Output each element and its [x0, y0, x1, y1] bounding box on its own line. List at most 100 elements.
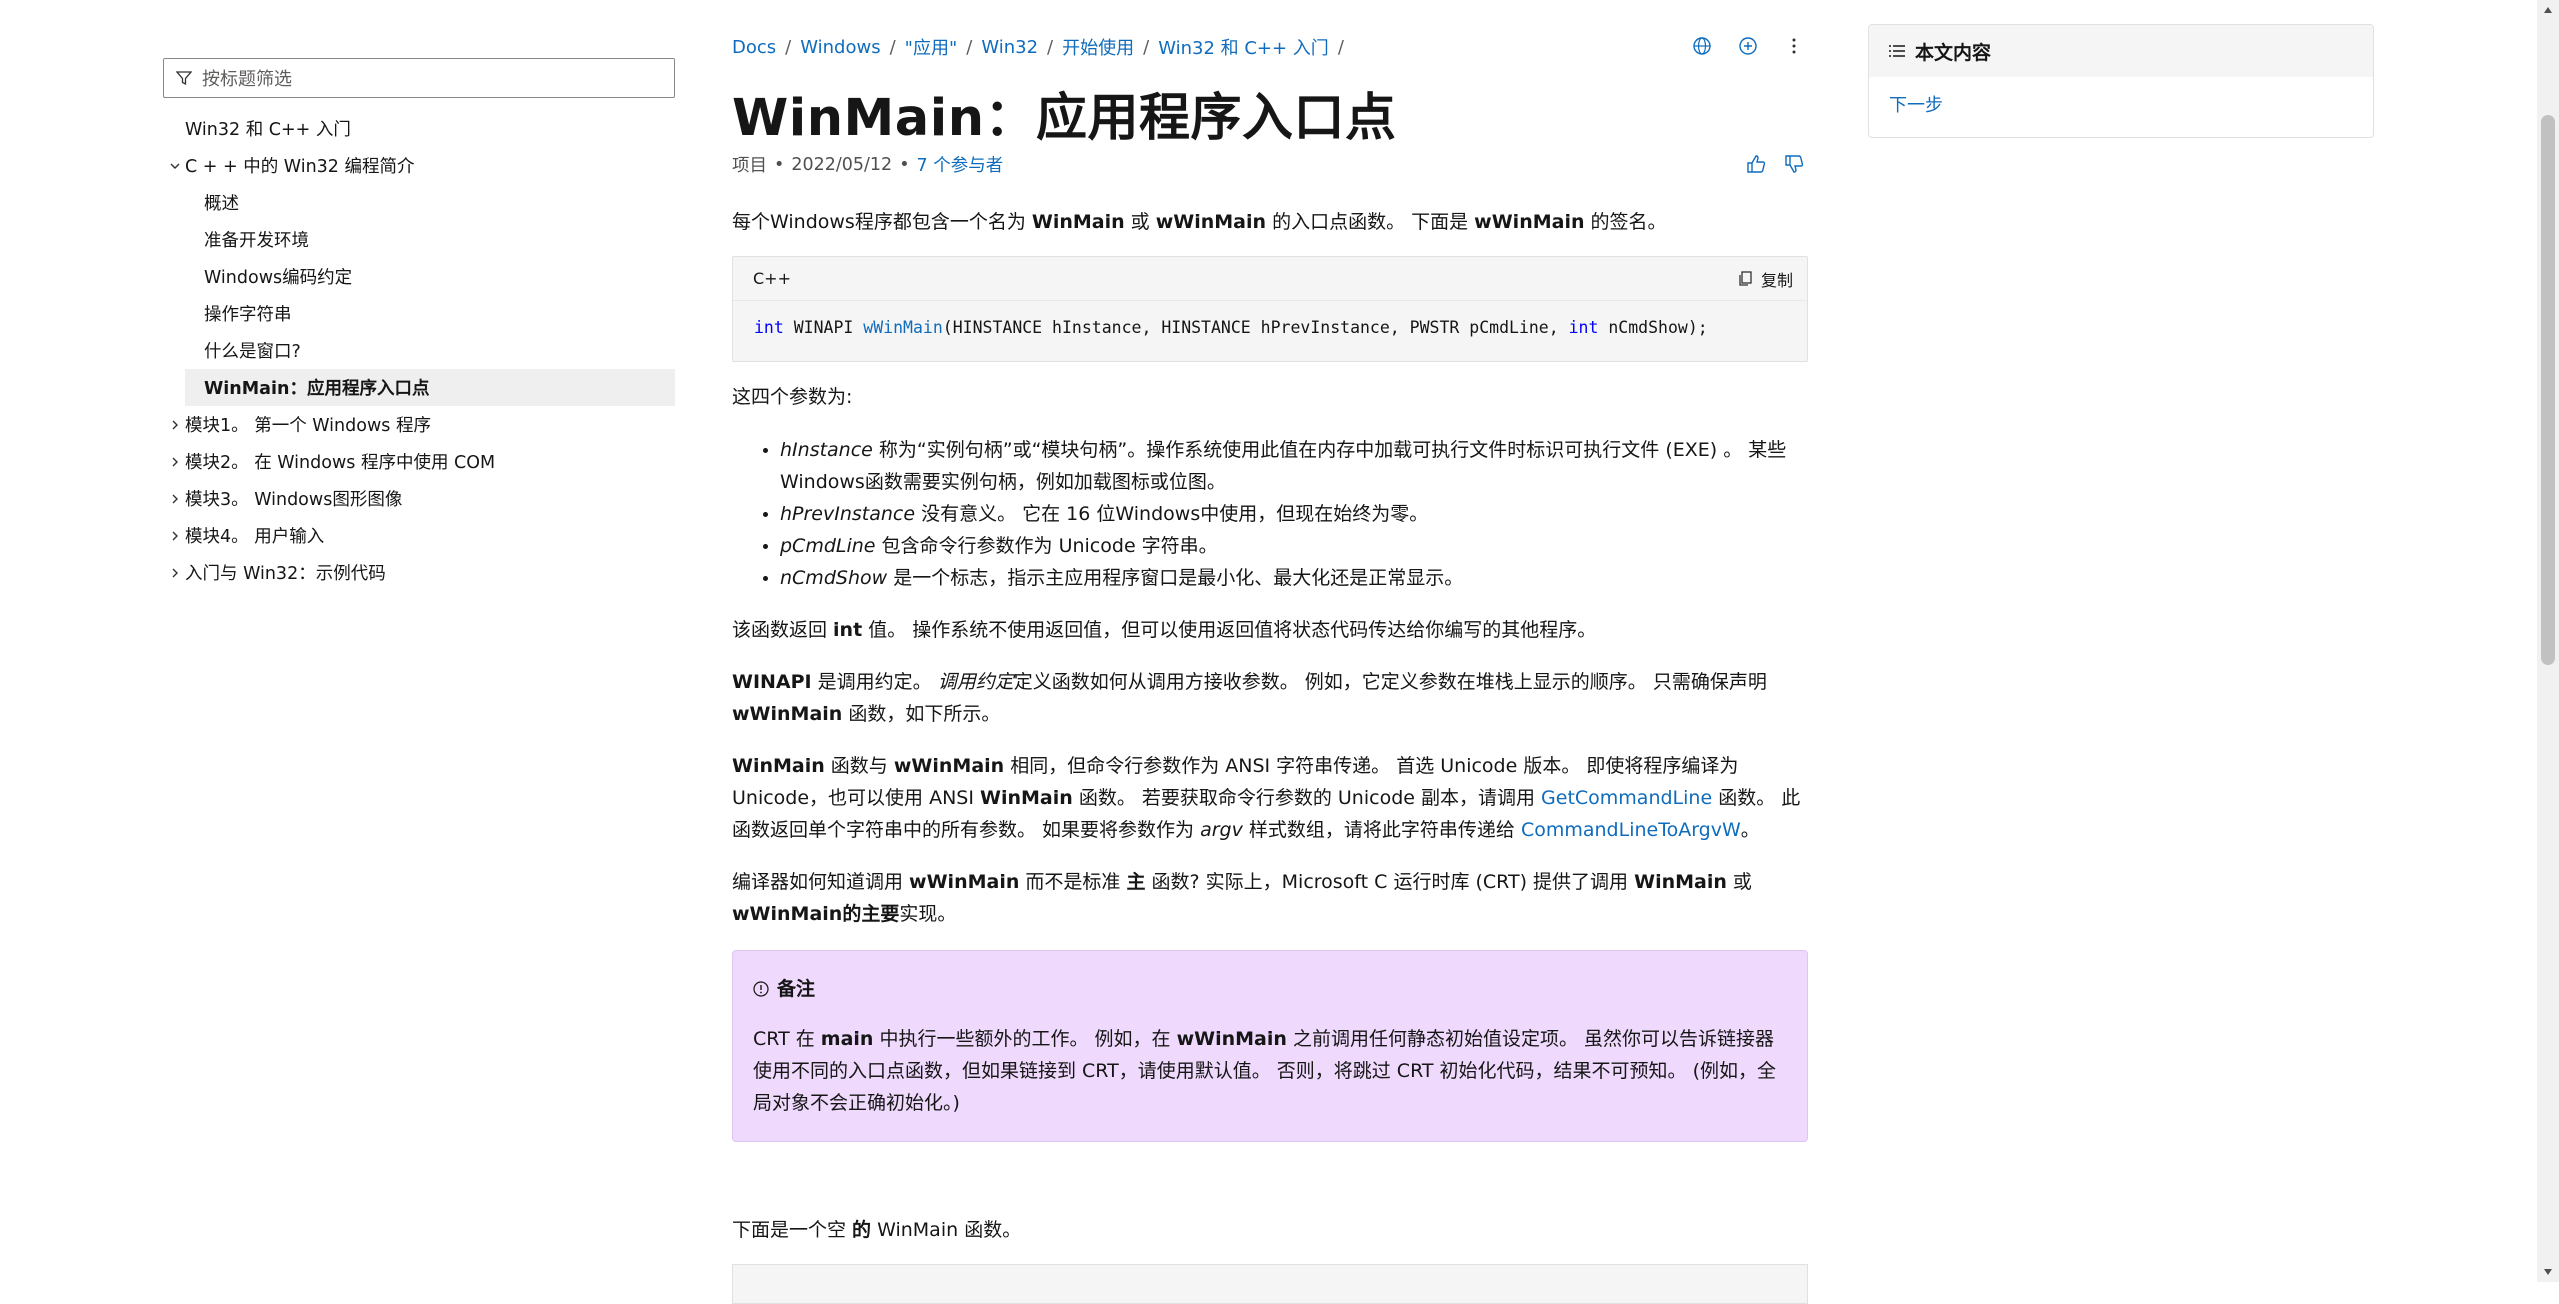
- text-run: 的: [852, 1219, 872, 1241]
- chevron-right-icon[interactable]: [167, 491, 183, 507]
- note-header: 备注: [753, 973, 1787, 1005]
- breadcrumb-windows[interactable]: Windows: [800, 37, 880, 58]
- page-scrollbar[interactable]: [2537, 0, 2559, 1282]
- param-name: hInstance: [780, 439, 873, 461]
- breadcrumb: Docs / Windows / "应用" / Win32 / 开始使用 / W…: [732, 34, 1353, 60]
- param-desc: 没有意义。 它在 16 位Windows中使用，但现在始终为零。: [915, 503, 1429, 525]
- commandlinetoargvw-link[interactable]: CommandLineToArgvW: [1521, 819, 1741, 841]
- text-run: 函数，如下所示。: [842, 703, 1001, 725]
- toc-item-coding-conventions[interactable]: Windows编码约定: [163, 258, 675, 295]
- toc-item-win32-programming-intro[interactable]: C + + 中的 Win32 编程简介: [163, 147, 675, 184]
- param-name: hPrevInstance: [780, 503, 916, 525]
- toc-item-label: 概述: [204, 194, 239, 214]
- toc-item-label: WinMain：应用程序入口点: [204, 379, 430, 399]
- code-block-empty-winmain: [732, 1264, 1808, 1304]
- add-collection-icon[interactable]: [1734, 32, 1762, 60]
- text-run: 值。 操作系统不使用返回值，但可以使用返回值将状态代码传达给你编写的其他程序。: [862, 619, 1597, 641]
- toc-item-win32-cpp-intro[interactable]: Win32 和 C++ 入门: [163, 110, 675, 147]
- winmain-vs-wwinmain-paragraph: WinMain 函数与 wWinMain 相同，但命令行参数作为 ANSI 字符…: [732, 750, 1808, 846]
- toc-item-label: 入门与 Win32：示例代码: [185, 564, 386, 584]
- toc-item-sample-code[interactable]: 入门与 Win32：示例代码: [163, 554, 675, 591]
- toc-item-winmain-active[interactable]: WinMain：应用程序入口点: [185, 369, 675, 406]
- term-wwinmain: wWinMain: [909, 871, 1020, 893]
- text-run: 编译器如何知道调用: [732, 871, 910, 893]
- params-list: hInstance 称为“实例句柄”或“模块句柄”。操作系统使用此值在内存中加载…: [732, 434, 1808, 594]
- term-wwinmain: wWinMain: [732, 703, 843, 725]
- thumbs-up-icon[interactable]: [1742, 150, 1770, 178]
- breadcrumb-apps[interactable]: "应用": [905, 34, 958, 60]
- toc-item-label: 模块1。 第一个 Windows 程序: [185, 416, 431, 436]
- term-winmain: WinMain: [732, 755, 825, 777]
- code-token: (HINSTANCE hInstance, HINSTANCE hPrevIns…: [942, 318, 1569, 337]
- feedback: [1742, 150, 1808, 178]
- text-run: 实现。: [899, 903, 957, 925]
- meta-kind: 项目: [732, 156, 767, 176]
- code-token: int: [754, 318, 784, 337]
- toc-item-module2[interactable]: 模块2。 在 Windows 程序中使用 COM: [163, 443, 675, 480]
- text-run: 下面是一个空: [732, 1219, 853, 1241]
- breadcrumb-docs[interactable]: Docs: [732, 37, 776, 58]
- in-this-article-panel: 本文内容 下一步: [1868, 24, 2374, 138]
- term-wwinmain: wWinMain: [1474, 211, 1585, 233]
- toc-item-what-is-window[interactable]: 什么是窗口?: [163, 332, 675, 369]
- copy-icon: [1739, 270, 1752, 286]
- text-run: 是调用约定。: [811, 671, 938, 693]
- chevron-down-icon[interactable]: [167, 158, 183, 174]
- thumbs-down-icon[interactable]: [1780, 150, 1808, 178]
- more-options-icon[interactable]: [1780, 32, 1808, 60]
- toc-item-strings[interactable]: 操作字符串: [163, 295, 675, 332]
- list-item: pCmdLine 包含命令行参数作为 Unicode 字符串。: [780, 530, 1808, 562]
- list-item: nCmdShow 是一个标志，指示主应用程序窗口是最小化、最大化还是正常显示。: [780, 562, 1808, 594]
- text-run: 的签名。: [1584, 211, 1667, 233]
- scrollbar-thumb[interactable]: [2541, 115, 2555, 665]
- toc-item-label: 什么是窗口?: [204, 342, 301, 362]
- article-meta: 项目 • 2022/05/12 • 7 个参与者: [732, 152, 1003, 177]
- text-run: 函数。 若要获取命令行参数的 Unicode 副本，请调用: [1072, 787, 1542, 809]
- toc-item-overview[interactable]: 概述: [163, 184, 675, 221]
- toc-item-label: 模块3。 Windows图形图像: [185, 490, 403, 510]
- toc-item-label: 准备开发环境: [204, 231, 309, 251]
- filter-icon: [176, 71, 192, 86]
- param-name: pCmdLine: [780, 535, 876, 557]
- contributors-link[interactable]: 7 个参与者: [917, 152, 1004, 177]
- text-run: 而不是标准: [1019, 871, 1127, 893]
- list-icon: [1889, 45, 1905, 57]
- text-run: 函数与: [824, 755, 894, 777]
- getcommandline-link[interactable]: GetCommandLine: [1541, 787, 1712, 809]
- list-item: hInstance 称为“实例句柄”或“模块句柄”。操作系统使用此值在内存中加载…: [780, 434, 1808, 498]
- toc-item-prepare-env[interactable]: 准备开发环境: [163, 221, 675, 258]
- toc-item-module1[interactable]: 模块1。 第一个 Windows 程序: [163, 406, 675, 443]
- text-run: 中执行一些额外的工作。 例如，在: [873, 1028, 1177, 1050]
- breadcrumb-win32-cpp[interactable]: Win32 和 C++ 入门: [1158, 34, 1329, 60]
- top-actions: [1688, 32, 1808, 60]
- chevron-right-icon[interactable]: [167, 528, 183, 544]
- text-run: 的入口点函数。 下面是: [1266, 211, 1475, 233]
- chevron-right-icon[interactable]: [167, 565, 183, 581]
- breadcrumb-separator: /: [889, 36, 896, 58]
- code-token: nCmdShow);: [1598, 318, 1708, 337]
- term-calling-convention: 调用约定: [937, 671, 1014, 693]
- term-wwinmain: wWinMain: [1176, 1028, 1287, 1050]
- chevron-right-icon[interactable]: [167, 454, 183, 470]
- meta-dot: •: [774, 154, 785, 175]
- breadcrumb-win32[interactable]: Win32: [981, 37, 1038, 58]
- copy-label: 复制: [1760, 270, 1793, 290]
- next-steps-link[interactable]: 下一步: [1889, 95, 1943, 116]
- code-token: WINAPI: [783, 318, 864, 337]
- text-run: 函数。: [958, 1219, 1022, 1241]
- compiler-paragraph: 编译器如何知道调用 wWinMain 而不是标准 主 函数? 实际上，Micro…: [732, 866, 1808, 930]
- toc-item-module3[interactable]: 模块3。 Windows图形图像: [163, 480, 675, 517]
- chevron-right-icon[interactable]: [167, 417, 183, 433]
- text-run: 。: [1740, 819, 1760, 841]
- return-paragraph: 该函数返回 int 值。 操作系统不使用返回值，但可以使用返回值将状态代码传达给…: [732, 614, 1596, 646]
- globe-icon[interactable]: [1688, 32, 1716, 60]
- scroll-up-arrow-icon[interactable]: [2542, 4, 2554, 16]
- copy-button[interactable]: 复制: [1737, 267, 1793, 291]
- scroll-down-arrow-icon[interactable]: [2542, 1266, 2554, 1278]
- toc-item-module4[interactable]: 模块4。 用户输入: [163, 517, 675, 554]
- breadcrumb-getting-started[interactable]: 开始使用: [1062, 34, 1134, 60]
- term-winapi: WINAPI: [732, 671, 812, 693]
- filter-input[interactable]: 按标题筛选: [163, 58, 675, 98]
- text-run: 样式数组，请将此字符串传递给: [1242, 819, 1521, 841]
- breadcrumb-separator: /: [966, 36, 973, 58]
